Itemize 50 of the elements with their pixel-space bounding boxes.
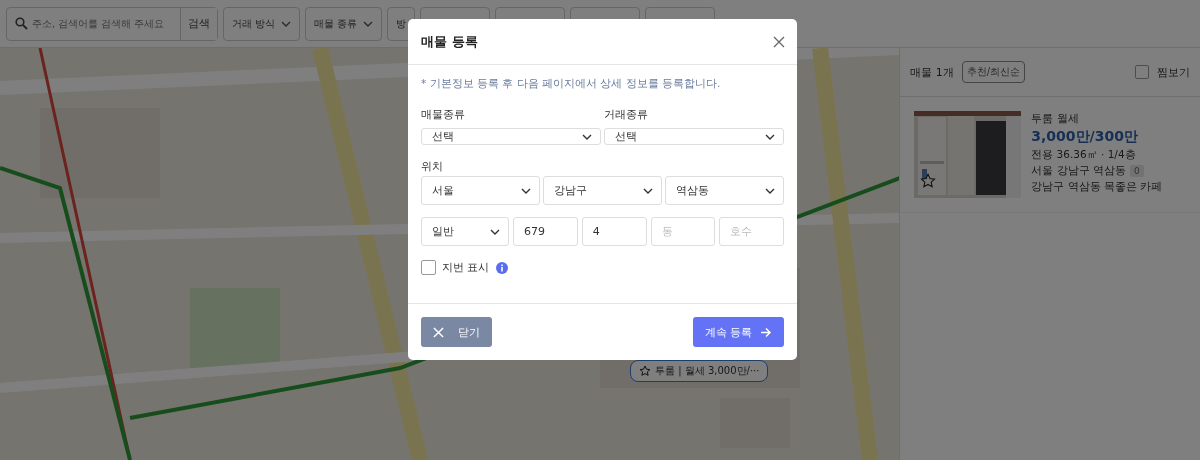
dong-select[interactable]: 역삼동 [665,176,784,205]
listing-count: 매물 1개 [910,64,954,80]
listing-price: 3,000만/300만 [1031,128,1139,146]
lot-number-checkbox[interactable] [421,260,436,275]
unit-field[interactable]: 호수 [719,217,784,246]
star-icon [639,365,651,377]
deal-type-select[interactable]: 선택 [604,128,784,145]
listing-size: 전용 36.36㎡ · 1/4층 [1031,148,1137,162]
caret-icon [643,187,653,194]
caret-icon [490,228,500,235]
listing-address: 서울 강남구 역삼동 [1031,164,1126,178]
listing-card[interactable]: 투룸 월세 3,000만/300만 전용 36.36㎡ · 1/4층 서울 강남구 역삼동 0 강남구 역삼동 목좋은 카페 [900,97,1200,213]
caret-icon [582,133,592,140]
sort-button[interactable]: 추천/최신순 [961,61,1026,83]
count-badge: 0 [1129,165,1144,177]
lot-number-field[interactable]: 679 [513,217,578,246]
dialog-title: 매물 등록 [421,32,478,51]
close-icon[interactable] [773,35,785,48]
caret-icon [765,187,775,194]
info-icon[interactable] [495,261,508,274]
city-select[interactable]: 서울 [421,176,540,205]
arrow-right-icon [760,326,772,338]
caret-icon [281,20,292,27]
favorites-checkbox[interactable] [1135,65,1149,79]
caret-icon [765,133,775,140]
checkbox-label: 지번 표시 [442,260,490,275]
search-button[interactable]: 검색 [180,7,217,40]
property-type-select[interactable]: 선택 [421,128,601,145]
caret-icon [363,20,374,27]
close-icon [433,326,444,338]
continue-button[interactable]: 계속 등록 [692,317,784,347]
field-label: 매물종류 [421,107,466,122]
caret-icon [521,187,531,194]
sub-number-field[interactable]: 4 [581,217,647,246]
building-field[interactable]: 동 [650,217,716,246]
favorites-label: 찜보기 [1157,64,1190,80]
field-label: 위치 [421,159,444,174]
address-type-select[interactable]: 일반 [421,217,509,246]
listing-description: 강남구 역삼동 목좋은 카페 [1031,180,1163,194]
filter-dropdown[interactable]: 거래 방식 [223,6,301,41]
map-marker[interactable]: 투룸 | 월세 3,000만/··· [630,360,769,382]
notice-text: * 기본정보 등록 후 다음 페이지에서 상세 정보를 등록합니다. [421,77,722,91]
star-icon[interactable] [920,173,937,189]
listing-title: 투룸 월세 [1031,111,1080,126]
marker-label: 투룸 | 월세 3,000만/··· [655,364,760,378]
district-select[interactable]: 강남구 [543,176,662,205]
field-label: 거래종류 [604,107,649,122]
close-button[interactable]: 닫기 [421,317,492,347]
search-icon [15,17,28,30]
filter-dropdown[interactable]: 매물 종류 [305,6,383,41]
